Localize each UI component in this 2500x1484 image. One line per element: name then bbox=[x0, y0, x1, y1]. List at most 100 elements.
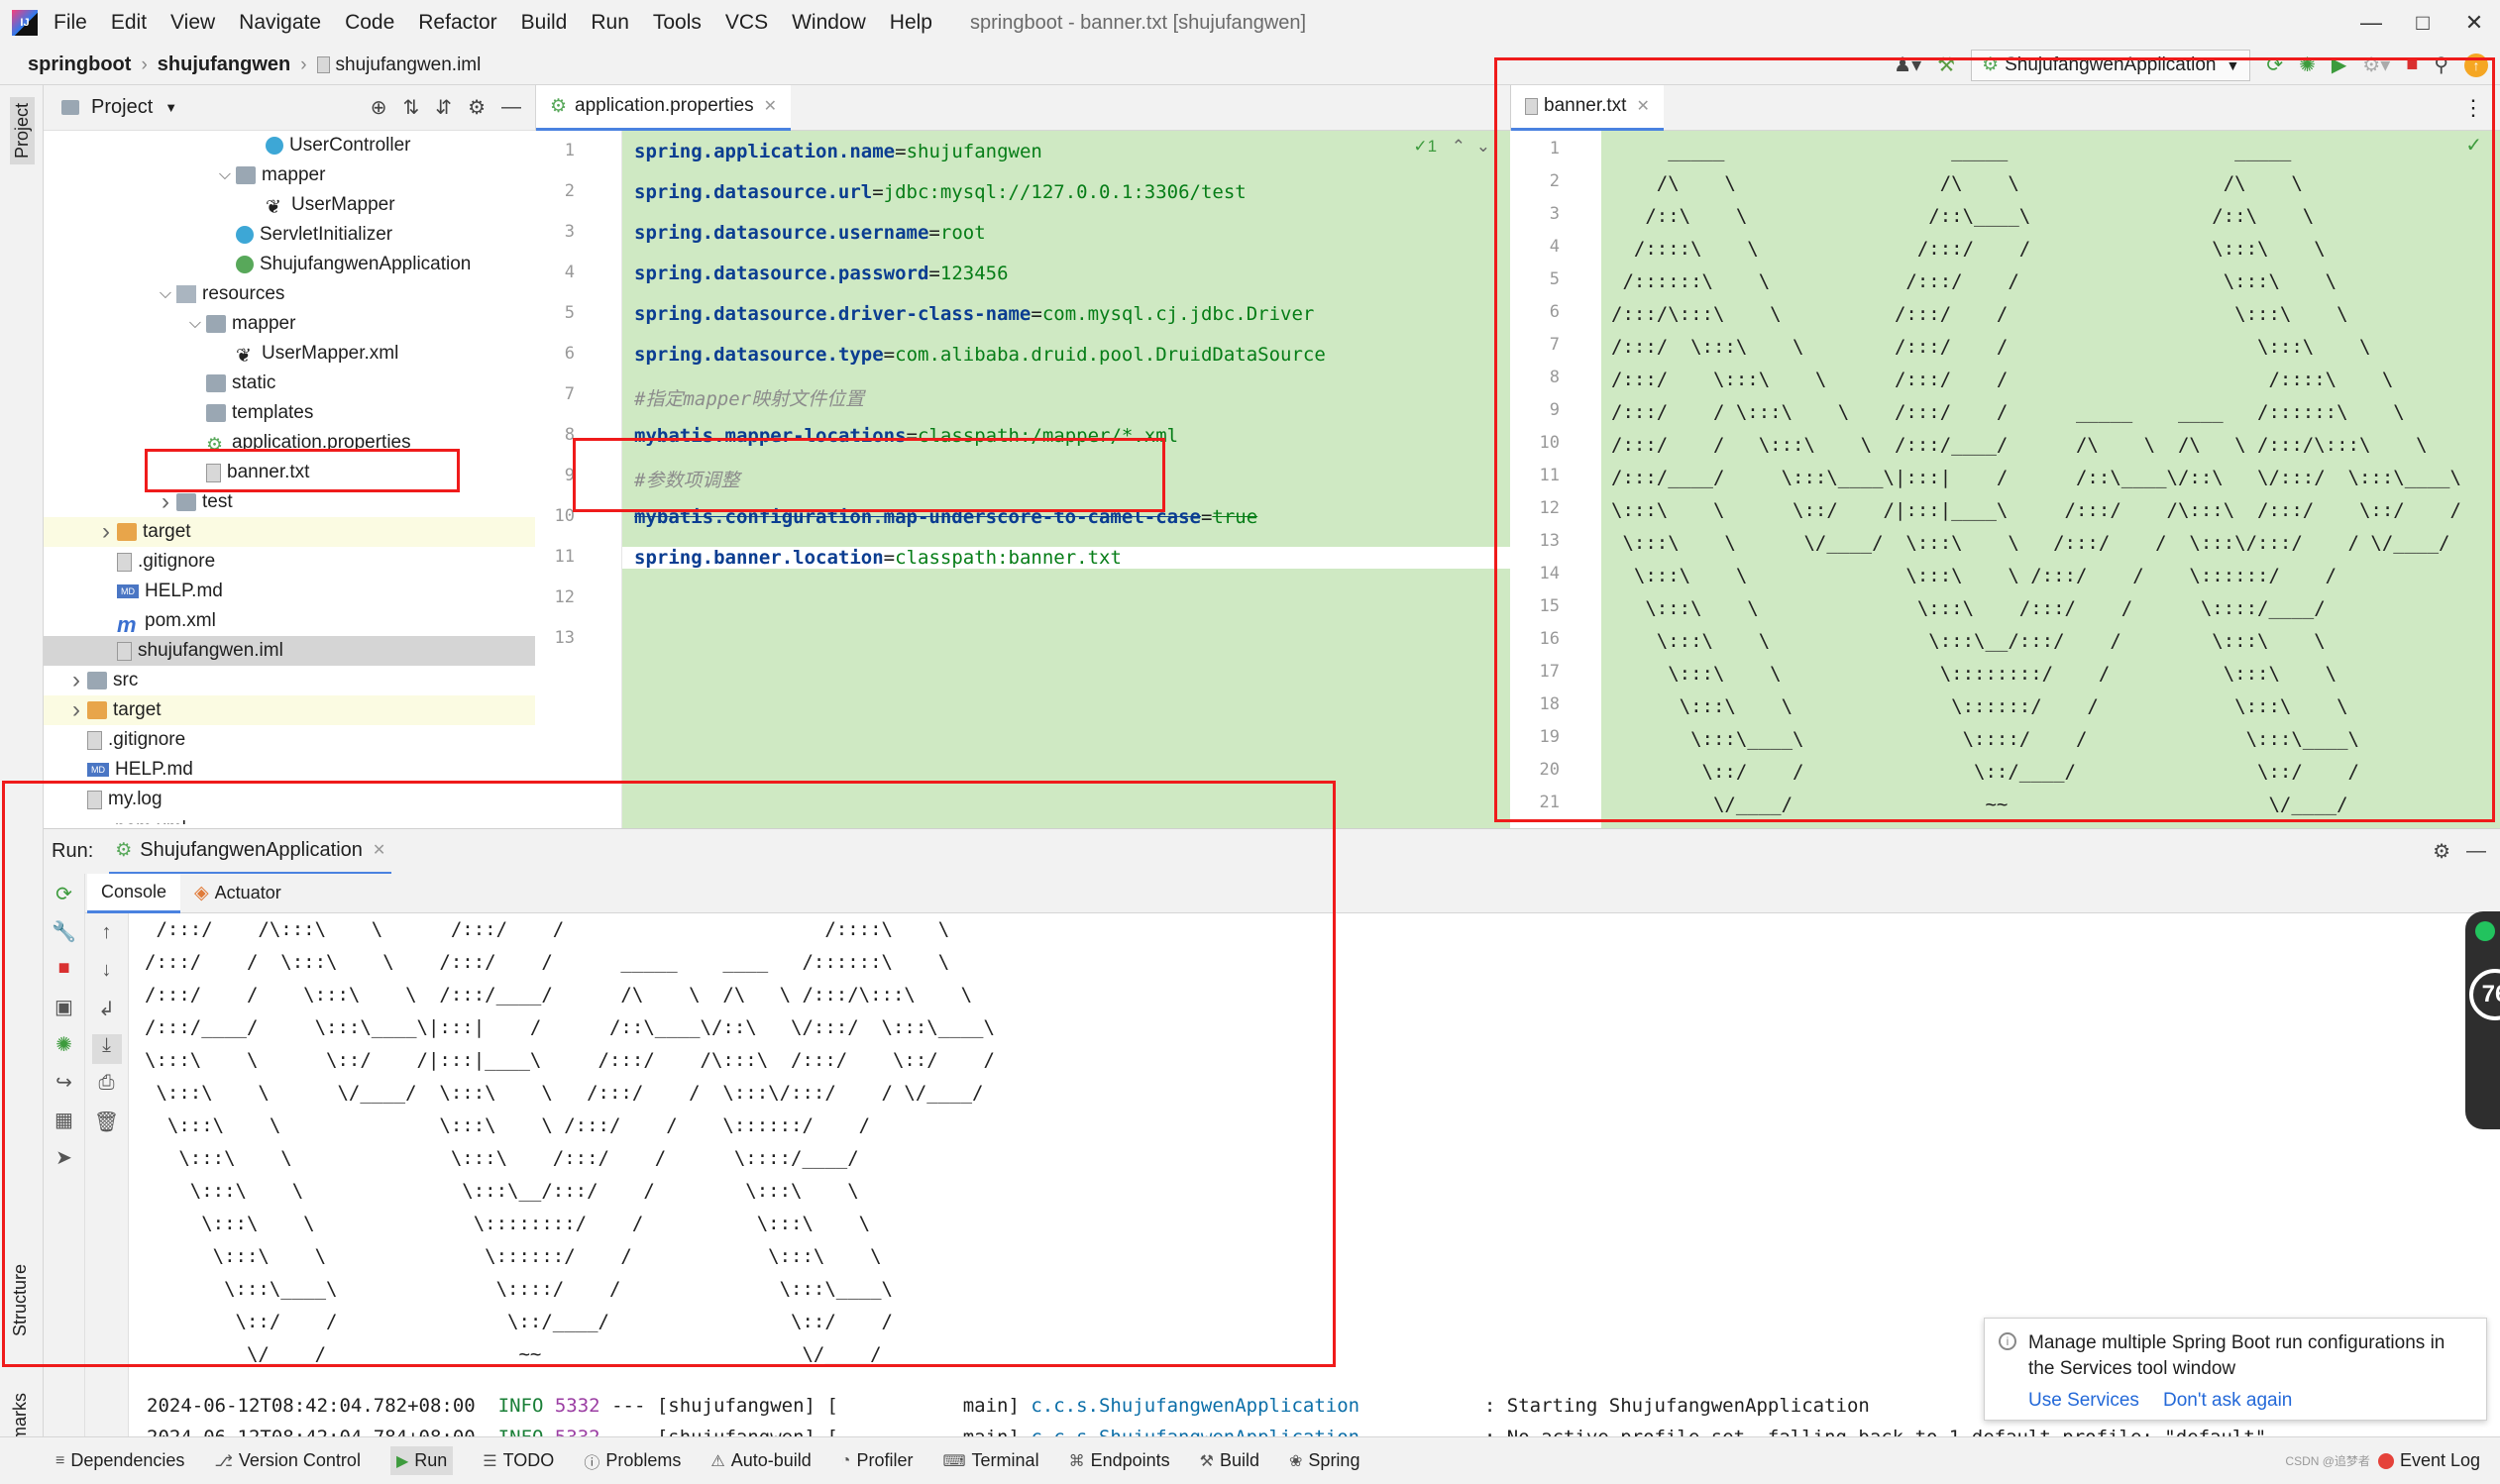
hide-icon[interactable]: — bbox=[501, 96, 521, 119]
chevron-down-icon[interactable]: ⌄ bbox=[1476, 137, 1490, 156]
chevron-down-icon[interactable]: ⌵ bbox=[184, 315, 206, 333]
resources-folder-icon bbox=[176, 285, 196, 303]
project-view-title[interactable]: Project bbox=[91, 96, 153, 119]
menu-code[interactable]: Code bbox=[345, 11, 394, 35]
gear-icon[interactable]: ⚙ bbox=[468, 95, 486, 120]
chevron-right-icon[interactable]: › bbox=[65, 667, 87, 694]
gear-icon[interactable]: ⚙ bbox=[2433, 839, 2450, 864]
tree-item[interactable]: templates bbox=[44, 398, 535, 428]
tree-item[interactable]: static bbox=[44, 369, 535, 398]
log-level: INFO bbox=[497, 1395, 544, 1417]
locate-icon[interactable]: ⊕ bbox=[371, 95, 387, 120]
tree-item[interactable]: ❦ UserMapper.xml bbox=[44, 339, 535, 369]
use-services-link[interactable]: Use Services bbox=[2028, 1390, 2139, 1412]
tree-item[interactable]: MD HELP.md bbox=[44, 577, 535, 606]
menu-refactor[interactable]: Refactor bbox=[418, 11, 496, 35]
tool-button-spring[interactable]: ❀ Spring bbox=[1289, 1450, 1359, 1471]
breadcrumb-module[interactable]: shujufangwen bbox=[158, 53, 290, 76]
tree-item[interactable]: ⌵ mapper bbox=[44, 160, 535, 190]
tree-item-label: static bbox=[232, 372, 276, 393]
tool-button-problems[interactable]: ⓘ Problems bbox=[584, 1449, 681, 1473]
build-icon: ⚒ bbox=[1199, 1452, 1214, 1470]
tool-button-dependencies[interactable]: ≡ Dependencies bbox=[55, 1450, 184, 1471]
event-log-button[interactable]: Event Log bbox=[2400, 1450, 2480, 1471]
maximize-button[interactable]: □ bbox=[2397, 10, 2448, 36]
menu-help[interactable]: Help bbox=[890, 11, 932, 35]
breadcrumb-file[interactable]: shujufangwen.iml bbox=[336, 54, 482, 76]
chevron-right-icon[interactable]: › bbox=[155, 488, 176, 516]
chevron-up-icon[interactable]: ⌃ bbox=[1452, 137, 1466, 156]
inspection-widget[interactable]: ✓1 ⌃ ⌄ bbox=[1413, 137, 1490, 157]
tab-application-properties[interactable]: ⚙ application.properties ✕ bbox=[536, 84, 792, 131]
markdown-icon: MD bbox=[117, 584, 139, 598]
line-number: 10 bbox=[554, 506, 575, 526]
expand-all-icon[interactable]: ⇅ bbox=[403, 95, 420, 120]
tree-item[interactable]: ⌵ resources bbox=[44, 279, 535, 309]
property-key: spring.datasource.type bbox=[634, 344, 884, 366]
line-number: 9 bbox=[564, 466, 575, 485]
dont-ask-again-link[interactable]: Don't ask again bbox=[2163, 1390, 2292, 1412]
hide-icon[interactable]: — bbox=[2466, 840, 2486, 863]
line-number: 2 bbox=[564, 181, 575, 201]
chevron-down-icon[interactable]: ⌵ bbox=[155, 285, 176, 303]
menu-file[interactable]: File bbox=[54, 11, 87, 35]
tree-item[interactable]: m pom.xml bbox=[44, 606, 535, 637]
tree-item[interactable]: ❦ UserMapper bbox=[44, 190, 535, 220]
tree-item[interactable]: ShujufangwenApplication bbox=[44, 250, 535, 279]
project-tool-tab[interactable]: Project bbox=[10, 97, 35, 165]
menu-navigate[interactable]: Navigate bbox=[239, 11, 321, 35]
highlight-banner-file bbox=[145, 449, 460, 492]
chevron-down-icon[interactable]: ▼ bbox=[164, 100, 177, 115]
tree-item[interactable]: ⌵ mapper bbox=[44, 309, 535, 339]
tool-button-terminal[interactable]: ⌨ Terminal bbox=[942, 1450, 1038, 1471]
file-icon bbox=[117, 552, 132, 572]
memory-indicator[interactable]: 76 bbox=[2465, 911, 2500, 1129]
tree-item[interactable]: › target bbox=[44, 695, 535, 725]
close-window-button[interactable]: ✕ bbox=[2448, 10, 2500, 36]
chevron-down-icon[interactable]: ⌵ bbox=[214, 166, 236, 184]
property-key: spring.datasource.driver-class-name bbox=[634, 303, 1032, 325]
folder-icon bbox=[61, 100, 79, 115]
chevron-right-icon: › bbox=[141, 53, 148, 75]
tree-item[interactable]: .gitignore bbox=[44, 725, 535, 755]
menu-view[interactable]: View bbox=[170, 11, 215, 35]
menu-build[interactable]: Build bbox=[521, 11, 568, 35]
folder-icon bbox=[206, 404, 226, 422]
tree-item[interactable]: .gitignore bbox=[44, 547, 535, 577]
tool-button-profiler[interactable]: ◔ Profiler bbox=[841, 1450, 914, 1471]
tool-button-endpoints[interactable]: ⌘ Endpoints bbox=[1069, 1450, 1170, 1471]
collapse-all-icon[interactable]: ⇵ bbox=[435, 95, 452, 120]
spring-icon: ❀ bbox=[1289, 1452, 1303, 1470]
property-key: spring.datasource.url bbox=[634, 181, 873, 203]
equals-sign: = bbox=[1031, 303, 1042, 325]
menu-bar: IJ File Edit View Navigate Code Refactor Build… bbox=[0, 0, 2500, 46]
auto-build-icon: ⚠ bbox=[710, 1452, 725, 1470]
tree-item-label: src bbox=[113, 670, 139, 690]
menu-vcs[interactable]: VCS bbox=[725, 11, 768, 35]
tool-button-todo[interactable]: ☰ TODO bbox=[483, 1450, 554, 1471]
minimize-button[interactable]: — bbox=[2345, 10, 2397, 36]
chevron-right-icon[interactable]: › bbox=[65, 696, 87, 724]
menu-window[interactable]: Window bbox=[792, 11, 866, 35]
tool-button-auto-build[interactable]: ⚠ Auto-build bbox=[710, 1450, 811, 1471]
menu-tools[interactable]: Tools bbox=[653, 11, 702, 35]
chevron-right-icon[interactable]: › bbox=[95, 518, 117, 546]
tree-item[interactable]: shujufangwen.iml bbox=[44, 636, 535, 666]
tree-item[interactable]: ServletInitializer bbox=[44, 220, 535, 250]
code-line: spring.banner.location=classpath:banner.… bbox=[622, 547, 1510, 569]
tree-item[interactable]: UserController bbox=[44, 131, 535, 160]
tree-item[interactable]: › target bbox=[44, 517, 535, 547]
equals-sign: = bbox=[928, 263, 940, 284]
tool-button-build[interactable]: ⚒ Build bbox=[1200, 1450, 1259, 1471]
breadcrumb-project[interactable]: springboot bbox=[28, 53, 131, 76]
menu-run[interactable]: Run bbox=[591, 11, 629, 35]
project-panel-header: Project ▼ ⊕ ⇅ ⇵ ⚙ — bbox=[44, 85, 535, 131]
tree-item-label: HELP.md bbox=[145, 581, 223, 601]
close-icon[interactable]: ✕ bbox=[764, 96, 777, 116]
log-logger[interactable]: c.c.s.ShujufangwenApplication bbox=[1031, 1395, 1359, 1417]
run-icon: ▶ bbox=[395, 1452, 409, 1470]
menu-edit[interactable]: Edit bbox=[111, 11, 147, 35]
tree-item[interactable]: › src bbox=[44, 666, 535, 695]
tool-button-run[interactable]: ▶ Run bbox=[389, 1446, 454, 1475]
tool-button-version-control[interactable]: ⎇ Version Control bbox=[214, 1450, 361, 1471]
